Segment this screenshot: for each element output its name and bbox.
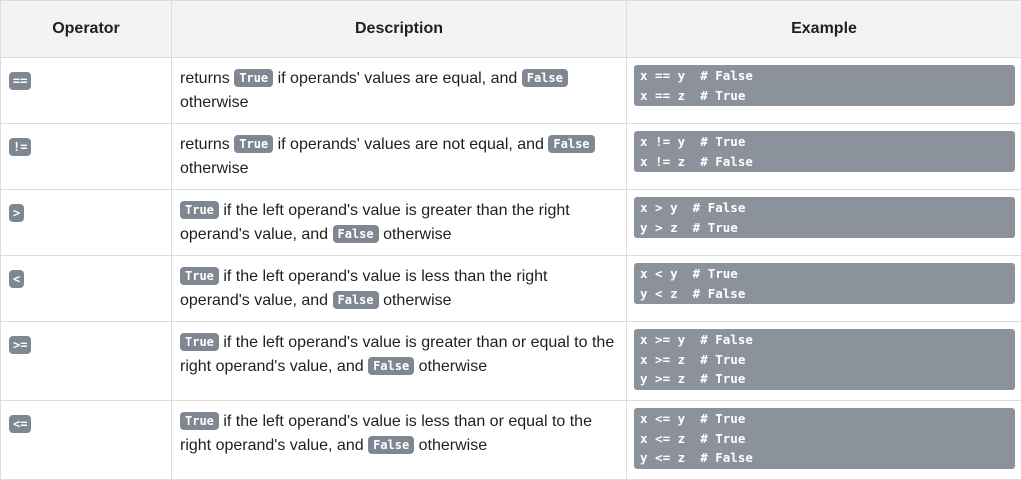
- example-cell: x > y # Falsey > z # True: [627, 190, 1021, 256]
- code-block: x != y # Truex != z # False: [634, 131, 1015, 172]
- code-block: x < y # Truey < z # False: [634, 263, 1015, 304]
- code-block: x > y # Falsey > z # True: [634, 197, 1015, 238]
- code-line: y > z # True: [640, 218, 1009, 238]
- code-line: x != z # False: [640, 152, 1009, 172]
- code-line: x == y # False: [640, 66, 1009, 86]
- code-line: x == z # True: [640, 86, 1009, 106]
- table-row: < True if the left operand's value is le…: [1, 256, 1021, 322]
- code-line: y <= z # False: [640, 448, 1009, 468]
- keyword-badge: False: [368, 357, 414, 375]
- example-cell: x <= y # Truex <= z # Truey <= z # False: [627, 401, 1021, 480]
- operator-badge: >: [9, 204, 24, 222]
- description-text: if operands' values are not equal, and: [273, 136, 548, 153]
- description-text: otherwise: [180, 160, 248, 177]
- keyword-badge: True: [234, 135, 273, 153]
- code-line: x != y # True: [640, 132, 1009, 152]
- description-cell: returns True if operands' values are not…: [172, 124, 627, 190]
- description-cell: True if the left operand's value is grea…: [172, 190, 627, 256]
- description-text: otherwise: [379, 226, 452, 243]
- keyword-badge: False: [333, 291, 379, 309]
- example-cell: x < y # Truey < z # False: [627, 256, 1021, 322]
- description-text: returns: [180, 136, 234, 153]
- operator-badge: >=: [9, 336, 31, 354]
- description-cell: True if the left operand's value is grea…: [172, 322, 627, 401]
- keyword-badge: False: [368, 436, 414, 454]
- keyword-badge: True: [234, 69, 273, 87]
- table-row: == returns True if operands' values are …: [1, 58, 1021, 124]
- operator-badge: ==: [9, 72, 31, 90]
- keyword-badge: True: [180, 201, 219, 219]
- description-text: otherwise: [180, 94, 248, 111]
- example-cell: x == y # Falsex == z # True: [627, 58, 1021, 124]
- description-cell: returns True if operands' values are equ…: [172, 58, 627, 124]
- operator-badge: <: [9, 270, 24, 288]
- header-operator: Operator: [1, 1, 172, 58]
- code-block: x >= y # Falsex >= z # Truey >= z # True: [634, 329, 1015, 390]
- operator-badge: <=: [9, 415, 31, 433]
- table-row: != returns True if operands' values are …: [1, 124, 1021, 190]
- example-cell: x >= y # Falsex >= z # Truey >= z # True: [627, 322, 1021, 401]
- code-line: y >= z # True: [640, 369, 1009, 389]
- keyword-badge: False: [548, 135, 594, 153]
- description-text: if operands' values are equal, and: [273, 70, 522, 87]
- code-line: x <= z # True: [640, 429, 1009, 449]
- code-line: x >= y # False: [640, 330, 1009, 350]
- code-line: y < z # False: [640, 284, 1009, 304]
- header-description: Description: [172, 1, 627, 58]
- keyword-badge: True: [180, 412, 219, 430]
- keyword-badge: True: [180, 333, 219, 351]
- code-line: x < y # True: [640, 264, 1009, 284]
- description-text: returns: [180, 70, 234, 87]
- operator-badge: !=: [9, 138, 31, 156]
- table-row: > True if the left operand's value is gr…: [1, 190, 1021, 256]
- code-block: x <= y # Truex <= z # Truey <= z # False: [634, 408, 1015, 469]
- code-line: x >= z # True: [640, 350, 1009, 370]
- description-text: otherwise: [414, 358, 487, 375]
- description-text: otherwise: [414, 437, 487, 454]
- description-cell: True if the left operand's value is less…: [172, 256, 627, 322]
- description-cell: True if the left operand's value is less…: [172, 401, 627, 480]
- keyword-badge: True: [180, 267, 219, 285]
- code-line: x <= y # True: [640, 409, 1009, 429]
- operators-table: Operator Description Example == returns …: [0, 0, 1021, 480]
- keyword-badge: False: [522, 69, 568, 87]
- keyword-badge: False: [333, 225, 379, 243]
- example-cell: x != y # Truex != z # False: [627, 124, 1021, 190]
- table-row: <= True if the left operand's value is l…: [1, 401, 1021, 480]
- code-line: x > y # False: [640, 198, 1009, 218]
- table-row: >= True if the left operand's value is g…: [1, 322, 1021, 401]
- description-text: otherwise: [379, 292, 452, 309]
- code-block: x == y # Falsex == z # True: [634, 65, 1015, 106]
- header-row: Operator Description Example: [1, 1, 1021, 58]
- header-example: Example: [627, 1, 1021, 58]
